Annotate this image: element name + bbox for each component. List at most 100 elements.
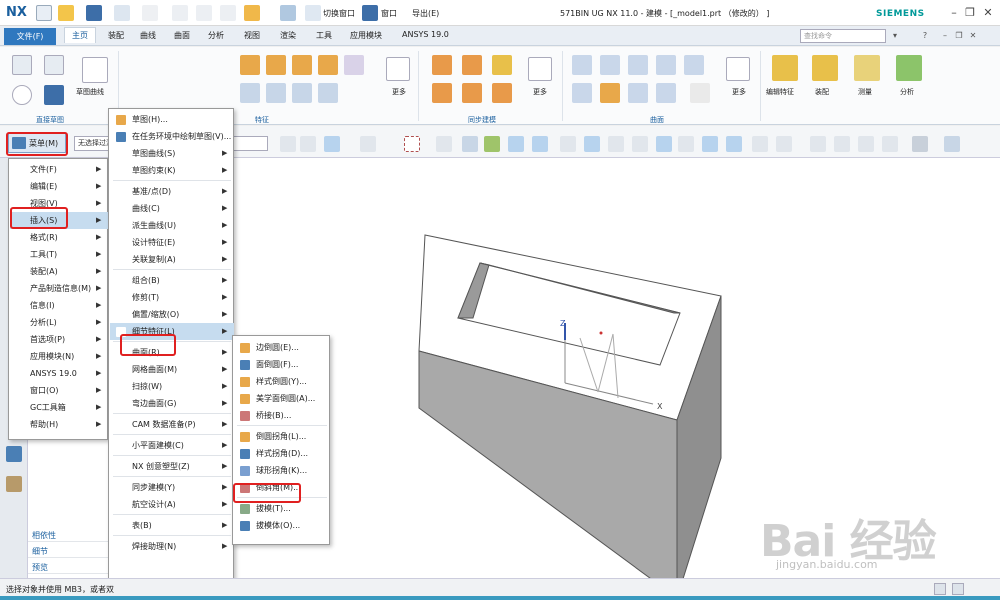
scope-filter-combo[interactable] xyxy=(232,136,268,151)
insert-menu-item[interactable]: 派生曲线(U) ▶ xyxy=(110,217,234,234)
assembly-navigator-icon[interactable] xyxy=(6,476,22,492)
shell-icon[interactable] xyxy=(318,83,338,103)
studio-surface-icon[interactable] xyxy=(656,55,676,75)
insert-menu-item[interactable]: 焊接助理(N) ▶ xyxy=(110,538,234,555)
detail-menu-item[interactable]: 样式拐角(D)... xyxy=(234,445,330,462)
search-options-icon[interactable]: ▾ xyxy=(890,31,900,41)
main-menu-item[interactable]: 文件(F) ▶ xyxy=(10,161,108,178)
pattern-icon[interactable] xyxy=(344,55,364,75)
details-panel[interactable]: 细节 xyxy=(28,546,108,558)
tab-surface[interactable]: 曲面 xyxy=(174,30,190,41)
save-icon[interactable] xyxy=(86,5,102,21)
copy-icon[interactable] xyxy=(196,5,212,21)
file-tab[interactable]: 文件(F) xyxy=(4,28,56,45)
switch-window-label[interactable]: 切换窗口 xyxy=(323,8,355,19)
detail-menu-item[interactable]: 倒圆拐角(L)... xyxy=(234,428,330,445)
swept-icon[interactable] xyxy=(628,55,648,75)
paste-icon[interactable] xyxy=(220,5,236,21)
insert-menu-item[interactable]: 关联复制(A) ▶ xyxy=(110,251,234,268)
insert-menu-item[interactable]: 航空设计(A) ▶ xyxy=(110,496,234,513)
offset-surface-icon[interactable] xyxy=(690,83,710,103)
move-face-icon[interactable] xyxy=(432,55,452,75)
tab-tools[interactable]: 工具 xyxy=(316,30,332,41)
ribbon-minimize-icon[interactable]: – xyxy=(940,31,950,41)
main-menu-item[interactable]: 装配(A) ▶ xyxy=(10,263,108,280)
detail-menu-item[interactable]: 美学面倒圆(A)... xyxy=(234,390,330,407)
through-mesh-icon[interactable] xyxy=(600,55,620,75)
insert-menu-item[interactable]: 草图曲线(S) ▶ xyxy=(110,145,234,162)
main-menu-item[interactable]: ANSYS 19.0 ▶ xyxy=(10,365,108,382)
pull-face-icon[interactable] xyxy=(462,55,482,75)
insert-menu-item[interactable]: 基准/点(D) ▶ xyxy=(110,183,234,200)
main-menu-item[interactable]: 帮助(H) ▶ xyxy=(10,416,108,433)
tab-render[interactable]: 渲染 xyxy=(280,30,296,41)
insert-menu-item[interactable]: 曲线(C) ▶ xyxy=(110,200,234,217)
rectangle-select-icon[interactable] xyxy=(404,136,420,152)
bounded-grid-icon[interactable] xyxy=(726,136,742,152)
hole-icon[interactable] xyxy=(292,55,312,75)
control-point-icon[interactable] xyxy=(560,136,576,152)
render-style-icon[interactable] xyxy=(912,136,928,152)
intersection-point-icon[interactable] xyxy=(584,136,600,152)
insert-menu-item[interactable]: 小平面建模(C) ▶ xyxy=(110,437,234,454)
tab-analysis[interactable]: 分析 xyxy=(208,30,224,41)
detail-menu-item[interactable]: 样式倒圆(Y)... xyxy=(234,373,330,390)
fit-view-icon[interactable] xyxy=(752,136,768,152)
orient-view-icon[interactable] xyxy=(244,5,260,21)
main-menu-item[interactable]: 编辑(E) ▶ xyxy=(10,178,108,195)
replace-face-icon[interactable] xyxy=(432,83,452,103)
detail-menu-item[interactable]: 面倒圆(F)... xyxy=(234,356,330,373)
snap-point-icon[interactable] xyxy=(484,136,500,152)
redo-icon[interactable] xyxy=(142,5,158,21)
delete-face-icon[interactable] xyxy=(462,83,482,103)
insert-menu-item[interactable]: 同步建模(Y) ▶ xyxy=(110,479,234,496)
open-folder-icon[interactable] xyxy=(58,5,74,21)
insert-menu-item[interactable]: 网格曲面(M) ▶ xyxy=(110,361,234,378)
main-menu-item[interactable]: 工具(T) ▶ xyxy=(10,246,108,263)
pan-icon[interactable] xyxy=(834,136,850,152)
surface-more-label[interactable]: 更多 xyxy=(732,87,746,97)
sew-icon[interactable] xyxy=(628,83,648,103)
work-layer-icon[interactable] xyxy=(944,136,960,152)
analysis-label[interactable]: 分析 xyxy=(900,87,914,97)
fullscreen-icon[interactable] xyxy=(952,583,964,595)
feature-more-icon[interactable] xyxy=(386,57,410,81)
extension-icon[interactable] xyxy=(656,83,676,103)
surface-more-icon[interactable] xyxy=(726,57,750,81)
end-point-icon[interactable] xyxy=(508,136,524,152)
insert-menu-item[interactable]: 修剪(T) ▶ xyxy=(110,289,234,306)
ribbon-close-icon[interactable]: ✕ xyxy=(968,31,978,41)
restore-icon[interactable]: ❐ xyxy=(962,5,978,21)
extrude-sketch-icon[interactable] xyxy=(44,85,64,105)
detail-menu-item[interactable]: 边倒圆(E)... xyxy=(234,339,330,356)
insert-menu-item[interactable]: 设计特征(E) ▶ xyxy=(110,234,234,251)
deselect-icon[interactable] xyxy=(360,136,376,152)
revolve-icon[interactable] xyxy=(266,55,286,75)
detail-menu-item[interactable]: 拔模体(O)... xyxy=(234,517,330,534)
assembly-icon[interactable] xyxy=(812,55,838,81)
insert-menu-item[interactable]: 草图约束(K) ▶ xyxy=(110,162,234,179)
bounded-plane-icon[interactable] xyxy=(684,55,704,75)
preview-panel[interactable]: 预览 xyxy=(28,562,108,574)
measure-icon[interactable] xyxy=(854,55,880,81)
dependency-panel[interactable]: 相依性 xyxy=(28,530,108,542)
minimize-icon[interactable]: – xyxy=(946,5,962,21)
export-label[interactable]: 导出(E) xyxy=(412,8,439,19)
feature-more-label[interactable]: 更多 xyxy=(392,87,406,97)
point-on-curve-icon[interactable] xyxy=(678,136,694,152)
insert-menu-item[interactable]: NX 创意塑型(Z) ▶ xyxy=(110,458,234,475)
sketch-icon[interactable] xyxy=(12,55,32,75)
main-menu-item[interactable]: 应用模块(N) ▶ xyxy=(10,348,108,365)
solid-body-icon[interactable] xyxy=(462,136,478,152)
insert-menu-item[interactable]: 组合(B) ▶ xyxy=(110,272,234,289)
insert-menu-item[interactable]: 在任务环境中绘制草图(V)... xyxy=(110,128,234,145)
boss-icon[interactable] xyxy=(318,55,338,75)
main-menu-item[interactable]: 分析(L) ▶ xyxy=(10,314,108,331)
select-all-icon[interactable] xyxy=(324,136,340,152)
measure-label[interactable]: 测量 xyxy=(858,87,872,97)
main-menu-item[interactable]: 窗口(O) ▶ xyxy=(10,382,108,399)
window-label[interactable]: 窗口 xyxy=(381,8,397,19)
mid-point-icon[interactable] xyxy=(532,136,548,152)
quadrant-point-icon[interactable] xyxy=(632,136,648,152)
tab-ansys[interactable]: ANSYS 19.0 xyxy=(402,30,449,39)
